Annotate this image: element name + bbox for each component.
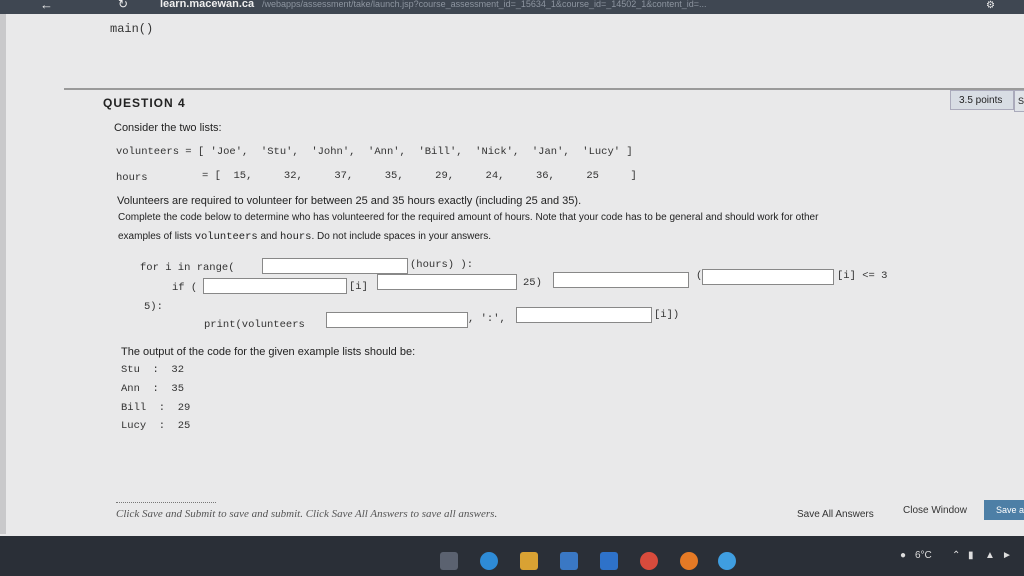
blank-range-function-input[interactable] — [262, 258, 408, 274]
taskview-icon[interactable] — [440, 552, 458, 570]
submission-footer: Click Save and Submit to save and submit… — [64, 498, 1024, 538]
requirement-text: Volunteers are required to volunteer for… — [117, 195, 582, 207]
instruction-text-a: examples of lists — [118, 231, 195, 242]
os-taskbar: ● 6°C ⌃ ▮ ▲ ► — [0, 536, 1024, 576]
reload-icon[interactable]: ↻ — [118, 0, 128, 11]
browser-toolbar: ← ↻ learn.macewan.ca /webapps/assessment… — [0, 0, 1024, 14]
code-print-separator: , ':', — [468, 313, 506, 325]
chrome-icon[interactable] — [640, 552, 658, 570]
instruction-code-hours: hours — [279, 231, 312, 243]
question-divider — [64, 88, 1024, 90]
code-for-prefix: for i in range( — [140, 262, 235, 274]
back-arrow-icon[interactable]: ← — [40, 0, 53, 12]
instruction-code-volunteers: volunteers — [194, 231, 258, 243]
save-all-answers-button[interactable]: Save All Answers — [797, 509, 874, 520]
instruction-line-2: examples of lists volunteers and hours. … — [118, 231, 491, 243]
weather-icon[interactable]: ● — [900, 550, 906, 561]
previous-question-code: main() — [110, 22, 154, 36]
save-and-submit-button[interactable]: Save a — [984, 500, 1024, 520]
extension-icon[interactable]: ⚙ — [986, 0, 995, 11]
save-hint-text: Click Save and Submit to save and submit… — [116, 508, 498, 520]
code-if-prefix: if ( — [172, 282, 198, 294]
weather-temperature[interactable]: 6°C — [915, 550, 932, 561]
volunteers-list: volunteers = [ 'Joe', 'Stu', 'John', 'An… — [116, 146, 633, 158]
media-icon[interactable] — [718, 552, 736, 570]
code-print-prefix: print(volunteers — [204, 319, 305, 331]
code-if-index: [i] — [349, 281, 368, 293]
output-line: Bill : 29 — [121, 402, 191, 414]
address-bar-domain[interactable]: learn.macewan.ca — [160, 0, 254, 10]
edge-browser-icon[interactable] — [480, 552, 498, 570]
chevron-up-icon[interactable]: ⌃ — [952, 550, 960, 561]
volume-icon[interactable]: ► — [1002, 550, 1012, 561]
footer-divider — [116, 502, 216, 503]
output-line: Stu : 32 — [121, 364, 185, 376]
blank-print-hours-input[interactable] — [516, 307, 652, 323]
points-badge-next: S — [1014, 90, 1024, 112]
page-left-border — [0, 14, 6, 534]
output-intro: The output of the code for the given exa… — [121, 346, 416, 358]
store-icon[interactable] — [560, 552, 578, 570]
mail-icon[interactable] — [600, 552, 618, 570]
code-print-suffix: [i]) — [654, 309, 680, 321]
blank-if-second-list-input[interactable] — [702, 269, 834, 285]
blank-if-operator-input[interactable] — [377, 274, 517, 290]
question-intro: Consider the two lists: — [114, 122, 222, 134]
hours-label: hours — [116, 172, 148, 184]
address-bar-path[interactable]: /webapps/assessment/take/launch.jsp?cour… — [262, 0, 707, 9]
instruction-text-b: and — [257, 231, 280, 242]
question-title: QUESTION 4 — [103, 96, 186, 110]
output-line: Lucy : 25 — [121, 420, 191, 432]
code-for-suffix: (hours) ): — [410, 259, 474, 271]
output-line: Ann : 35 — [121, 383, 185, 395]
instruction-text-c: . Do not include spaces in your answers. — [311, 231, 492, 242]
blank-if-list-input[interactable] — [203, 278, 347, 294]
file-explorer-icon[interactable] — [520, 552, 538, 570]
instruction-line-1: Complete the code below to determine who… — [118, 212, 819, 223]
points-badge: 3.5 points — [950, 90, 1014, 110]
code-if-value: 25) — [523, 277, 542, 289]
blank-if-logic-input[interactable] — [553, 272, 689, 288]
blank-print-index-input[interactable] — [326, 312, 468, 328]
code-if-continuation: 5): — [144, 301, 163, 313]
close-window-button[interactable]: Close Window — [903, 505, 967, 516]
wifi-icon[interactable]: ▲ — [985, 550, 995, 561]
firefox-icon[interactable] — [680, 552, 698, 570]
code-if-suffix: [i] <= 3 — [837, 270, 888, 282]
battery-icon[interactable]: ▮ — [968, 550, 974, 561]
hours-list: = [ 15, 32, 37, 35, 29, 24, 36, 25 ] — [202, 170, 637, 182]
